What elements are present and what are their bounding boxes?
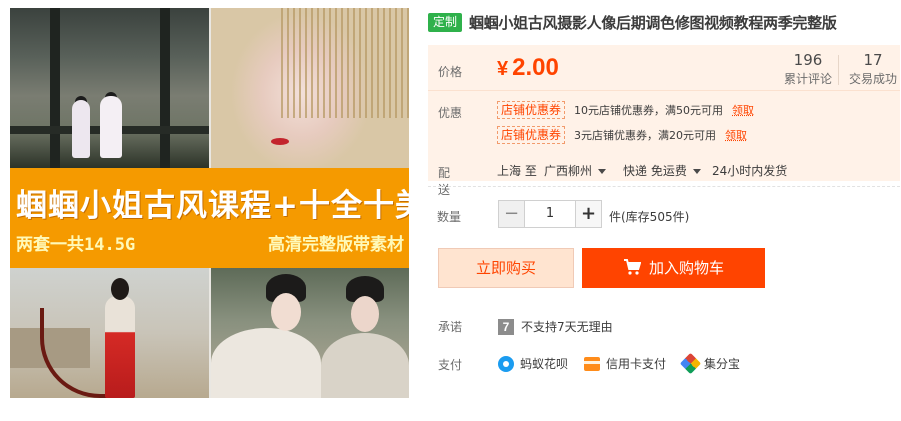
price-amount: 2.00 bbox=[512, 54, 559, 81]
sales-label: 交易成功 bbox=[848, 72, 897, 86]
product-title-row: 定制 蝈蝈小姐古风摄影人像后期调色修图视频教程两季完整版 bbox=[428, 12, 837, 33]
photo-two-women-fur bbox=[211, 268, 409, 398]
chevron-down-icon bbox=[692, 169, 701, 174]
quantity-label: 数量 bbox=[437, 210, 462, 224]
stat-divider bbox=[838, 55, 839, 85]
coupon-item: 店铺优惠券 10元店铺优惠券，满50元可用 领取 bbox=[497, 101, 754, 119]
payment-huabei[interactable]: 蚂蚁花呗 bbox=[498, 355, 568, 372]
shipping-label: 配送 bbox=[438, 166, 451, 197]
payment-method-text: 集分宝 bbox=[704, 357, 741, 371]
divider bbox=[428, 186, 900, 187]
coupon-text: 3元店铺优惠券，满20元可用 bbox=[574, 129, 717, 142]
price-panel: 价格 ¥2.00 196 累计评论 17 交易成功 优惠 店铺优惠券 10元店铺… bbox=[428, 45, 900, 181]
promo-banner: 蝈蝈小姐古风课程+十全十美 两套一共14.5G 高清完整版带素材 bbox=[10, 168, 409, 268]
stock-info: 件(库存505件) bbox=[609, 210, 690, 224]
huabei-icon bbox=[498, 355, 514, 372]
add-to-cart-label: 加入购物车 bbox=[648, 259, 724, 277]
shipping-from: 上海 至 bbox=[497, 164, 537, 178]
promotion-label: 优惠 bbox=[438, 106, 463, 120]
shipping-method-select[interactable]: 快递 免运费 bbox=[623, 162, 701, 179]
price-value: ¥2.00 bbox=[497, 54, 559, 82]
price-label: 价格 bbox=[438, 65, 463, 79]
coupon-text: 10元店铺优惠券，满50元可用 bbox=[574, 104, 724, 117]
increase-button[interactable]: + bbox=[575, 200, 602, 228]
currency-symbol: ¥ bbox=[497, 58, 509, 80]
banner-title: 蝈蝈小姐古风课程+十全十美 bbox=[16, 188, 409, 224]
payment-jifenbao[interactable]: 集分宝 bbox=[679, 352, 741, 375]
banner-subtitle-size: 两套一共14.5G bbox=[16, 235, 136, 255]
seven-days-icon: 7 bbox=[498, 318, 514, 335]
coupon-tag: 店铺优惠券 bbox=[497, 126, 566, 144]
claim-coupon-link[interactable]: 领取 bbox=[725, 127, 747, 143]
promise-item[interactable]: 7 不支持7天无理由 bbox=[498, 318, 613, 335]
destination-value: 广西柳州 bbox=[544, 164, 593, 178]
payment-credit-card[interactable]: 信用卡支付 bbox=[584, 355, 666, 372]
add-to-cart-button[interactable]: 加入购物车 bbox=[582, 248, 765, 288]
jifenbao-icon bbox=[679, 352, 702, 375]
buy-now-button[interactable]: 立即购买 bbox=[438, 248, 574, 288]
destination-select[interactable]: 广西柳州 bbox=[544, 162, 607, 179]
photo-archer bbox=[10, 268, 209, 398]
sales-count: 17 bbox=[863, 51, 883, 69]
cart-icon bbox=[623, 259, 641, 275]
claim-coupon-link[interactable]: 领取 bbox=[732, 102, 754, 118]
shipping-method-value: 快递 免运费 bbox=[623, 164, 687, 178]
photo-couple-pavilion bbox=[10, 8, 209, 168]
custom-tag: 定制 bbox=[428, 13, 463, 32]
delivery-time: 24小时内发货 bbox=[712, 164, 788, 178]
promise-label: 承诺 bbox=[438, 320, 463, 334]
payment-label: 支付 bbox=[438, 358, 463, 372]
reviews-label: 累计评论 bbox=[783, 72, 832, 86]
product-image[interactable]: 蝈蝈小姐古风课程+十全十美 两套一共14.5G 高清完整版带素材 bbox=[10, 8, 409, 398]
quantity-input[interactable]: 1 bbox=[525, 200, 575, 228]
credit-card-icon bbox=[584, 356, 600, 371]
divider bbox=[428, 90, 900, 91]
photo-portrait-closeup bbox=[211, 8, 409, 168]
product-title: 蝈蝈小姐古风摄影人像后期调色修图视频教程两季完整版 bbox=[469, 14, 837, 32]
banner-subtitle-quality: 高清完整版带素材 bbox=[268, 235, 404, 255]
sales-stat: 17 交易成功 bbox=[846, 51, 900, 87]
chevron-down-icon bbox=[598, 169, 607, 174]
coupon-item: 店铺优惠券 3元店铺优惠券，满20元可用 领取 bbox=[497, 126, 747, 144]
reviews-stat[interactable]: 196 累计评论 bbox=[779, 51, 837, 87]
payment-method-text: 蚂蚁花呗 bbox=[520, 357, 569, 371]
coupon-tag: 店铺优惠券 bbox=[497, 101, 566, 119]
quantity-stepper: − 1 + bbox=[498, 200, 602, 228]
promise-text: 不支持7天无理由 bbox=[521, 320, 613, 334]
payment-method-text: 信用卡支付 bbox=[606, 357, 667, 371]
reviews-count: 196 bbox=[793, 51, 823, 69]
decrease-button[interactable]: − bbox=[498, 200, 525, 228]
